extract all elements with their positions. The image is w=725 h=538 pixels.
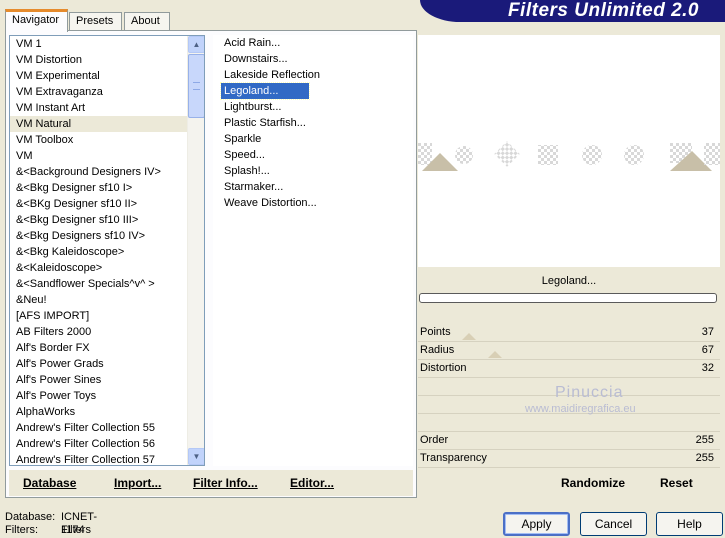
category-item[interactable]: Andrew's Filter Collection 57 — [10, 452, 204, 465]
category-item[interactable]: &<Kaleidoscope> — [10, 260, 204, 276]
param-row[interactable]: Transparency 255 — [418, 450, 720, 468]
param-label: Points — [420, 326, 451, 338]
filter-info-button[interactable]: Filter Info... — [193, 476, 258, 490]
param-value: 255 — [695, 434, 714, 446]
reset-button[interactable]: Reset — [660, 476, 693, 490]
param-value: 37 — [701, 326, 714, 338]
filter-item[interactable]: Sparkle — [221, 131, 309, 147]
param-label: Order — [420, 434, 449, 446]
param-row[interactable]: Distortion 32 — [418, 360, 720, 378]
randomize-button[interactable]: Randomize — [561, 476, 625, 490]
watermark-name: Pinuccia — [555, 384, 624, 401]
filter-item[interactable]: Acid Rain... — [221, 35, 309, 51]
category-item[interactable]: Alf's Power Toys — [10, 388, 204, 404]
category-item[interactable]: VM Toolbox — [10, 132, 204, 148]
category-item[interactable]: &<Bkg Designers sf10 IV> — [10, 228, 204, 244]
category-item[interactable]: AlphaWorks — [10, 404, 204, 420]
scroll-thumb[interactable] — [188, 54, 204, 118]
tab-presets[interactable]: Presets — [69, 12, 122, 31]
category-item[interactable]: VM — [10, 148, 204, 164]
filter-item[interactable]: Speed... — [221, 147, 309, 163]
category-item[interactable]: VM 1 — [10, 36, 204, 52]
app-banner-title: Filters Unlimited 2.0 — [420, 0, 725, 22]
scroll-grip-icon — [193, 82, 200, 90]
database-button[interactable]: Database — [23, 476, 76, 490]
category-items: VM 1 VM Distortion VM Experimental VM Extra… — [10, 36, 204, 465]
scroll-down-icon[interactable]: ▼ — [188, 448, 204, 465]
navigator-toolbar: Database Import... Filter Info... Editor… — [9, 470, 413, 496]
category-item[interactable]: Andrew's Filter Collection 56 — [10, 436, 204, 452]
filter-item[interactable]: Lightburst... — [221, 99, 309, 115]
tab-navigator[interactable]: Navigator — [5, 9, 68, 32]
category-item[interactable]: &<Background Designers IV> — [10, 164, 204, 180]
category-item[interactable]: VM Distortion — [10, 52, 204, 68]
param-value: 255 — [695, 452, 714, 464]
category-item[interactable]: &Neu! — [10, 292, 204, 308]
category-item[interactable]: VM Extravaganza — [10, 84, 204, 100]
param-label: Radius — [420, 344, 455, 356]
cancel-button[interactable]: Cancel — [580, 512, 647, 536]
category-item[interactable]: &<Bkg Designer sf10 I> — [10, 180, 204, 196]
slider-handle-icon[interactable] — [488, 351, 502, 358]
param-value: 32 — [701, 362, 714, 374]
filters-count-label: Filters: — [5, 524, 38, 536]
param-label: Distortion — [420, 362, 467, 374]
filter-item[interactable]: Plastic Starfish... — [221, 115, 309, 131]
category-item[interactable]: Alf's Border FX — [10, 340, 204, 356]
param-slider-track[interactable] — [418, 467, 720, 468]
parameters-toolbar: Randomize Reset — [418, 470, 720, 496]
category-item[interactable]: AB Filters 2000 — [10, 324, 204, 340]
filter-item[interactable]: Downstairs... — [221, 51, 309, 67]
category-item[interactable]: &<Bkg Kaleidoscope> — [10, 244, 204, 260]
import-button[interactable]: Import... — [114, 476, 161, 490]
apply-button[interactable]: Apply — [503, 512, 570, 536]
selected-filter-name: Legoland... — [418, 269, 720, 293]
param-value: 67 — [701, 344, 714, 356]
filter-item[interactable]: Weave Distortion... — [221, 195, 317, 211]
category-item[interactable]: [AFS IMPORT] — [10, 308, 204, 324]
param-row[interactable]: Order 255 — [418, 432, 720, 450]
filters-count-value: 1174 — [61, 524, 85, 536]
category-scrollbar[interactable]: ▲ ▼ — [187, 36, 204, 465]
category-item[interactable]: VM Instant Art — [10, 100, 204, 116]
category-item[interactable]: VM Experimental — [10, 68, 204, 84]
category-item[interactable]: Alf's Power Sines — [10, 372, 204, 388]
category-item[interactable]: VM Natural — [10, 116, 204, 132]
help-button[interactable]: Help — [656, 512, 723, 536]
param-row[interactable] — [418, 414, 720, 432]
tab-about[interactable]: About — [124, 12, 170, 31]
filter-list[interactable]: Acid Rain... Downstairs... Lakeside Reflec… — [213, 35, 413, 466]
category-item[interactable]: Andrew's Filter Collection 55 — [10, 420, 204, 436]
category-list[interactable]: VM 1 VM Distortion VM Experimental VM Extra… — [9, 35, 205, 466]
filter-items: Acid Rain... Downstairs... Lakeside Reflec… — [213, 35, 413, 211]
editor-button[interactable]: Editor... — [290, 476, 334, 490]
category-item[interactable]: Alf's Power Grads — [10, 356, 204, 372]
preview-image — [418, 141, 720, 171]
scroll-up-icon[interactable]: ▲ — [188, 36, 204, 53]
filter-item[interactable]: Starmaker... — [221, 179, 309, 195]
category-item[interactable]: &<BKg Designer sf10 II> — [10, 196, 204, 212]
param-row[interactable]: Radius 67 — [418, 342, 720, 360]
database-label: Database: — [5, 511, 56, 523]
param-label: Transparency — [420, 452, 487, 464]
progress-bar — [419, 293, 717, 303]
category-item[interactable]: &<Sandflower Specials^v^ > — [10, 276, 204, 292]
filter-item[interactable]: Splash!... — [221, 163, 309, 179]
filter-item[interactable]: Legoland... — [220, 82, 310, 100]
category-item[interactable]: &<Bkg Designer sf10 III> — [10, 212, 204, 228]
watermark-url: www.maidiregrafica.eu — [525, 403, 636, 415]
slider-handle-icon[interactable] — [462, 333, 476, 340]
filter-item[interactable]: Lakeside Reflection — [221, 67, 320, 83]
preview-area — [418, 35, 720, 267]
